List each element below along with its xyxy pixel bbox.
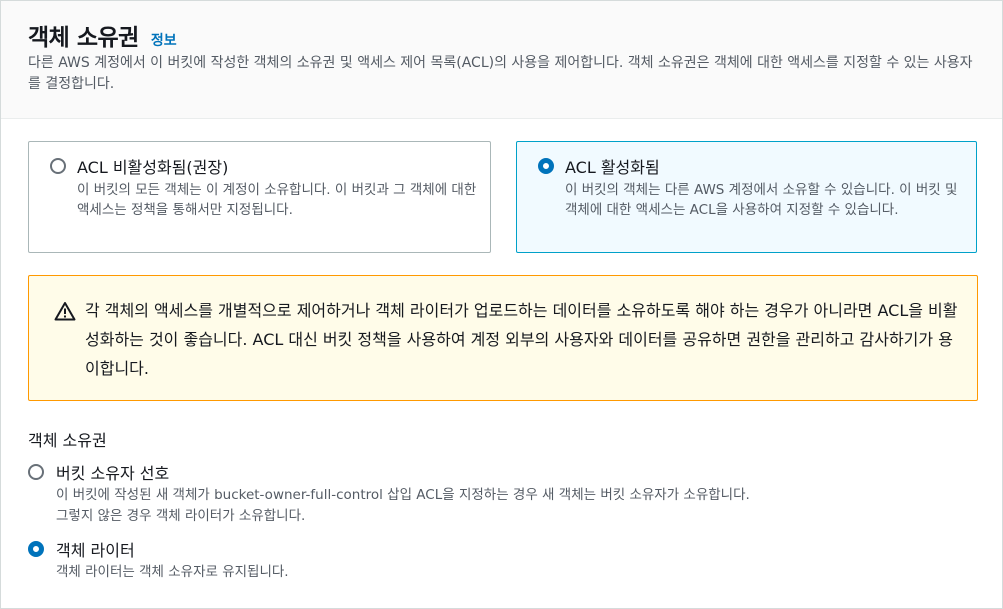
- title-row: 객체 소유권 정보: [28, 18, 177, 52]
- acl-warning-alert: 각 객체의 액세스를 개별적으로 제어하거나 객체 라이터가 업로드하는 데이터…: [28, 275, 978, 401]
- acl-enabled-radio[interactable]: [538, 158, 554, 174]
- page-title: 객체 소유권: [28, 25, 139, 51]
- acl-enabled-description: 이 버킷의 객체는 다른 AWS 계정에서 소유할 수 있습니다. 이 버킷 및…: [565, 182, 958, 218]
- panel-header: 객체 소유권 정보 다른 AWS 계정에서 이 버킷에 작성한 객체의 소유권 …: [1, 1, 1002, 119]
- object-writer-radio[interactable]: [28, 541, 44, 557]
- acl-disabled-radio[interactable]: [50, 158, 66, 174]
- bucket-owner-preferred-description: 이 버킷에 작성된 새 객체가 bucket-owner-full-contro…: [56, 487, 750, 524]
- acl-disabled-label: ACL 비활성화됨(권장): [77, 158, 229, 177]
- acl-enabled-card[interactable]: ACL 활성화됨 이 버킷의 객체는 다른 AWS 계정에서 소유할 수 있습니…: [516, 141, 977, 253]
- bucket-owner-preferred-label: 버킷 소유자 선호: [56, 464, 170, 483]
- warning-text: 각 객체의 액세스를 개별적으로 제어하거나 객체 라이터가 업로드하는 데이터…: [85, 301, 958, 378]
- warning-triangle-icon: [54, 302, 76, 321]
- object-ownership-panel: 객체 소유권 정보 다른 AWS 계정에서 이 버킷에 작성한 객체의 소유권 …: [0, 0, 1003, 609]
- acl-disabled-card[interactable]: ACL 비활성화됨(권장) 이 버킷의 모든 객체는 이 계정이 소유합니다. …: [28, 141, 491, 253]
- object-writer-label: 객체 라이터: [56, 541, 135, 560]
- header-description: 다른 AWS 계정에서 이 버킷에 작성한 객체의 소유권 및 액세스 제어 목…: [28, 55, 973, 92]
- bucket-owner-preferred-radio[interactable]: [28, 464, 44, 480]
- acl-enabled-label: ACL 활성화됨: [565, 158, 660, 177]
- info-link[interactable]: 정보: [151, 30, 177, 50]
- object-writer-description: 객체 라이터는 객체 소유자로 유지됩니다.: [56, 564, 289, 580]
- object-ownership-label: 객체 소유권: [28, 431, 107, 450]
- acl-disabled-description: 이 버킷의 모든 객체는 이 계정이 소유합니다. 이 버킷과 그 객체에 대한…: [77, 182, 477, 218]
